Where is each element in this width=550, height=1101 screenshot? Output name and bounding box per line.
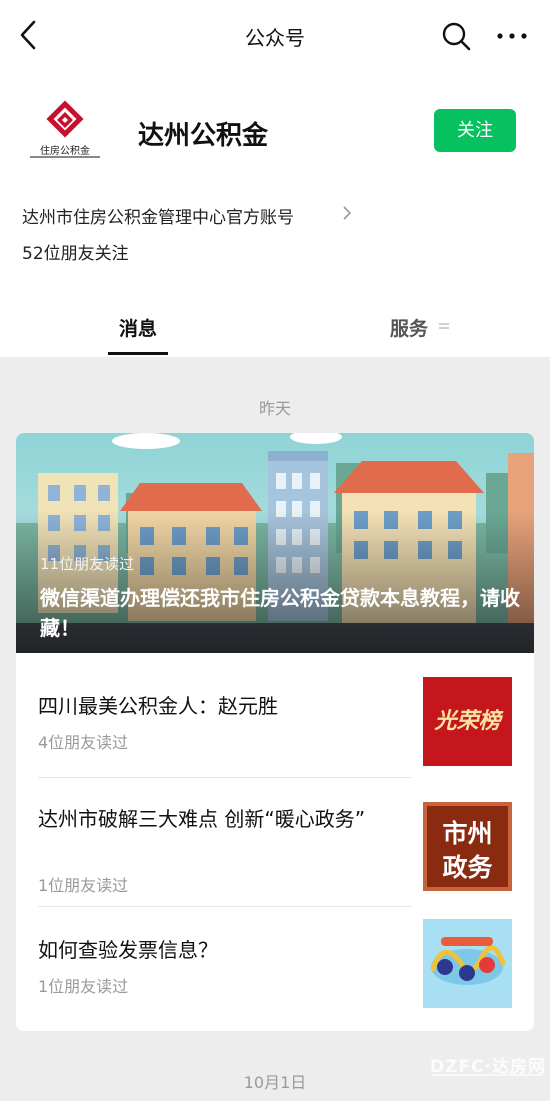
logo-text: 住房公积金	[40, 146, 90, 157]
article-read-count: 1位朋友读过	[38, 977, 129, 996]
tab-services[interactable]: 服务	[390, 314, 428, 341]
article-card: 11位朋友读过 微信渠道办理偿还我市住房公积金贷款本息教程，请收藏！ 四川最美公…	[16, 433, 534, 1031]
article-item[interactable]: 如何查验发票信息？ 1位朋友读过	[16, 907, 534, 1031]
article-title: 如何查验发票信息？	[38, 938, 218, 962]
thumbnail-text-line2: 政务	[442, 853, 493, 882]
invoice-123-thumbnail-icon	[423, 919, 512, 1008]
account-description[interactable]: 达州市住房公积金管理中心官方账号	[22, 203, 294, 228]
message-feed[interactable]: 昨天 11位朋友读过 微信渠道办理偿还我市住房公积金贷款本息教程，请收藏！ 四川…	[0, 357, 550, 1101]
account-name: 达州公积金	[138, 121, 269, 151]
more-options-icon[interactable]	[494, 22, 530, 50]
article-title: 达州市破解三大难点 创新“暖心政务”	[38, 807, 366, 831]
featured-title: 微信渠道办理偿还我市住房公积金贷款本息教程，请收藏！	[40, 586, 520, 640]
date-separator: 昨天	[258, 399, 291, 418]
active-tab-indicator	[108, 352, 168, 355]
chevron-right-icon[interactable]	[341, 204, 353, 222]
article-thumbnail: 市州 政务	[423, 802, 512, 891]
article-item[interactable]: 达州市破解三大难点 创新“暖心政务” 1位朋友读过 市州 政务	[16, 778, 534, 906]
tab-messages[interactable]: 消息	[108, 314, 168, 341]
thumbnail-text-line1: 市州	[442, 819, 493, 848]
article-title: 四川最美公积金人：赵元胜	[38, 694, 278, 718]
article-thumbnail: 光荣榜	[423, 677, 512, 766]
article-read-count: 1位朋友读过	[38, 876, 129, 895]
article-item[interactable]: 四川最美公积金人：赵元胜 4位朋友读过 光荣榜	[16, 653, 534, 777]
logo-underline	[30, 156, 100, 158]
friends-following-count: 52位朋友关注	[22, 244, 129, 264]
watermark-underline	[432, 1074, 542, 1076]
featured-read-count: 11位朋友读过	[40, 555, 135, 573]
search-icon[interactable]	[440, 20, 472, 52]
follow-button[interactable]: 关注	[434, 109, 516, 152]
featured-article[interactable]: 11位朋友读过 微信渠道办理偿还我市住房公积金贷款本息教程，请收藏！	[16, 433, 534, 653]
article-read-count: 4位朋友读过	[38, 733, 129, 752]
housing-fund-logo-icon	[46, 100, 84, 138]
top-bar: 公众号	[0, 0, 550, 72]
menu-lines-icon	[439, 323, 449, 329]
account-logo: 住房公积金	[22, 100, 108, 164]
thumbnail-text: 光荣榜	[434, 708, 501, 734]
